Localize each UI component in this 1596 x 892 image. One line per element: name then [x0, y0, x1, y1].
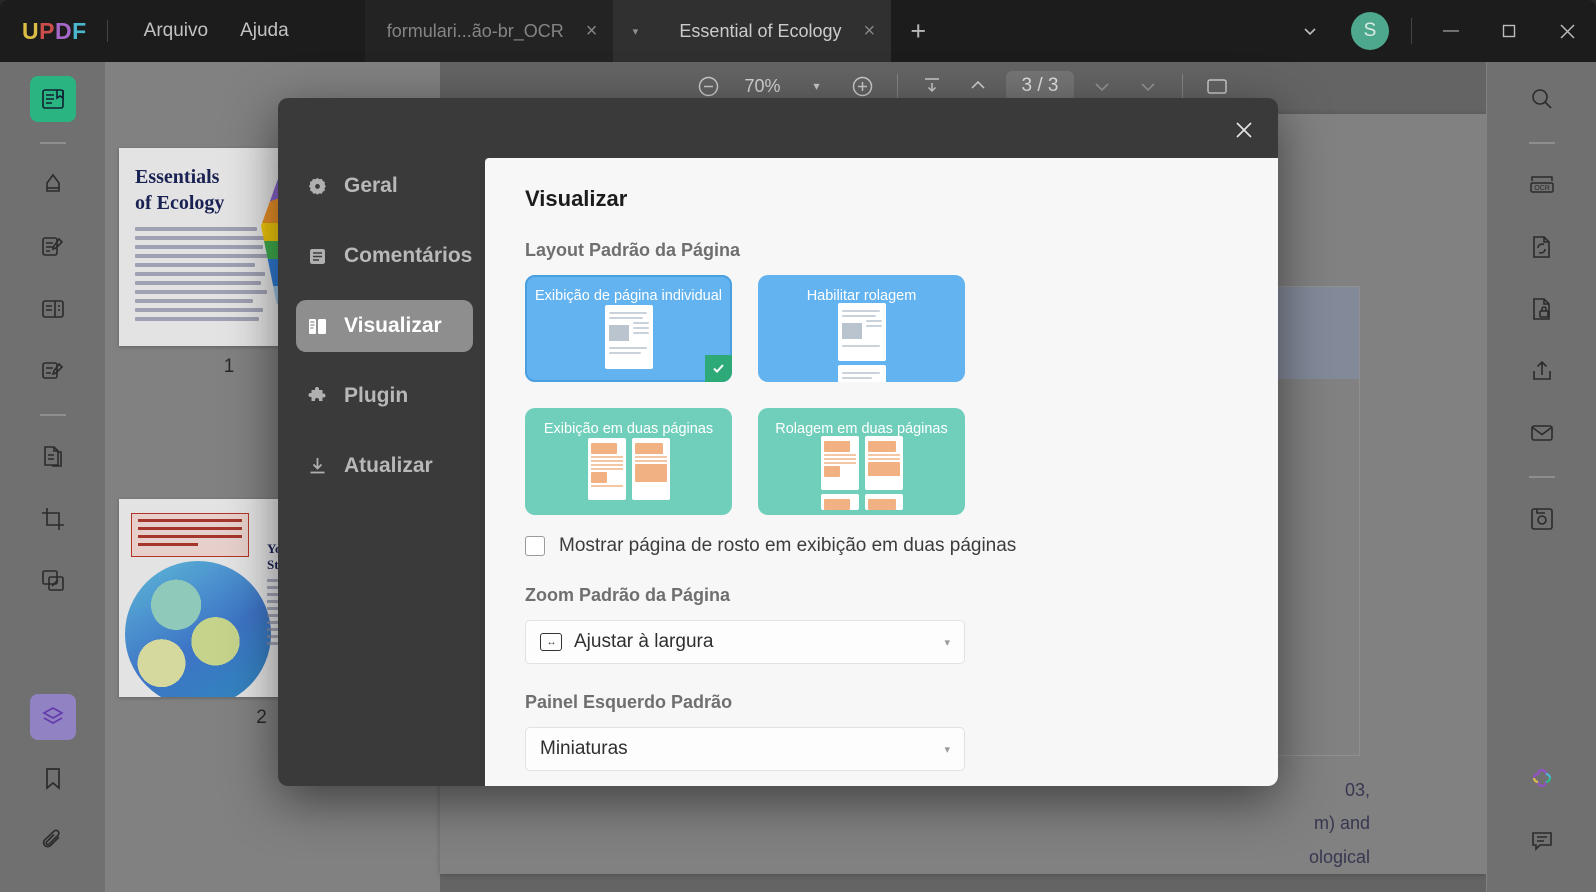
preview-two-pages-scroll-2	[820, 494, 903, 510]
cover-page-checkbox[interactable]	[525, 536, 545, 556]
preview-two-pages-scroll-1	[820, 436, 903, 490]
nav-item-label: Plugin	[344, 384, 409, 407]
nav-item-atualizar[interactable]: Atualizar	[296, 440, 473, 492]
layout-card-label: Habilitar rolagem	[806, 288, 917, 304]
puzzle-icon	[306, 385, 328, 407]
preview-single-page	[604, 305, 653, 369]
preferences-nav: Geral Comentários Visualizar Plugin Atua…	[278, 98, 485, 786]
nav-item-label: Atualizar	[344, 454, 433, 477]
chevron-down-icon[interactable]: ▾	[944, 636, 950, 649]
default-zoom-value: Ajustar à largura	[574, 631, 714, 652]
preview-two-pages	[587, 438, 670, 500]
zoom-section-label: Zoom Padrão da Página	[525, 585, 731, 605]
cover-page-checkbox-label: Mostrar página de rosto em exibição em d…	[559, 535, 1017, 556]
preferences-dialog: Geral Comentários Visualizar Plugin Atua…	[278, 98, 1278, 786]
cover-page-checkbox-row[interactable]: Mostrar página de rosto em exibição em d…	[525, 535, 1238, 557]
preview-scroll-page-2	[837, 365, 886, 382]
default-left-panel-select[interactable]: Miniaturas ▾	[525, 727, 965, 771]
close-icon[interactable]	[1224, 110, 1264, 150]
app-window: UPDF Arquivo Ajuda formulari...ão-br_OCR…	[0, 0, 1596, 892]
selected-check-icon	[705, 355, 732, 382]
gear-icon	[306, 175, 328, 197]
nav-item-geral[interactable]: Geral	[296, 160, 473, 212]
comment-lines-icon	[306, 245, 328, 267]
visualizar-settings-panel: Visualizar Layout Padrão da Página Exibi…	[485, 158, 1278, 786]
nav-item-label: Comentários	[344, 244, 473, 267]
layout-card-label: Exibição em duas páginas	[543, 421, 714, 437]
left-panel-section-label: Painel Esquerdo Padrão	[525, 692, 733, 712]
layout-card-label: Exibição de página individual	[534, 288, 723, 304]
default-left-panel-value: Miniaturas	[540, 738, 628, 759]
fit-width-icon: ↔	[540, 633, 562, 651]
layout-card-two-page-scrolling[interactable]: Rolagem em duas páginas	[758, 408, 965, 515]
nav-item-label: Visualizar	[344, 314, 442, 337]
nav-item-visualizar[interactable]: Visualizar	[296, 300, 473, 352]
layout-card-single-page[interactable]: Exibição de página individual	[525, 275, 732, 382]
layout-card-enable-scrolling[interactable]: Habilitar rolagem	[758, 275, 965, 382]
preview-scroll-page-1	[837, 303, 886, 361]
layout-card-two-page-view[interactable]: Exibição em duas páginas	[525, 408, 732, 515]
panel-title: Visualizar	[525, 186, 628, 211]
layout-section-label: Layout Padrão da Página	[525, 240, 741, 260]
view-panel-icon	[306, 315, 328, 337]
layout-card-grid: Exibição de página individual Habilitar …	[525, 275, 1238, 515]
chevron-down-icon[interactable]: ▾	[944, 743, 950, 756]
nav-item-comentarios[interactable]: Comentários	[296, 230, 473, 282]
nav-item-plugin[interactable]: Plugin	[296, 370, 473, 422]
download-icon	[306, 455, 328, 477]
default-zoom-select[interactable]: ↔ Ajustar à largura ▾	[525, 620, 965, 664]
layout-card-label: Rolagem em duas páginas	[775, 421, 948, 437]
nav-item-label: Geral	[344, 174, 398, 197]
